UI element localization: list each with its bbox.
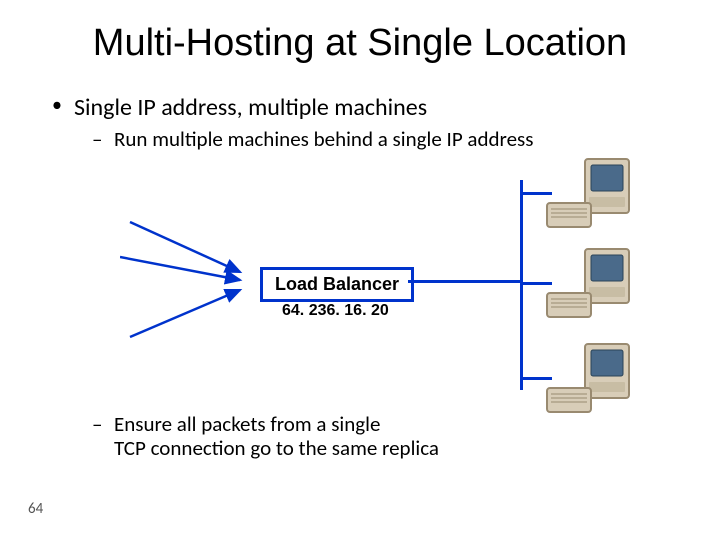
bullet-l2b-line1: Ensure all packets from a single [114, 411, 380, 437]
computer-icon [545, 157, 635, 237]
bus-line [520, 180, 523, 390]
diagram-area: Load Balancer 64. 236. 16. 20 [0, 152, 720, 412]
ip-address-label: 64. 236. 16. 20 [282, 302, 389, 320]
incoming-arrows [120, 212, 280, 352]
computer-icon [545, 342, 635, 422]
bullet-l2b-line2: TCP connection go to the same replica [114, 435, 439, 461]
bullet-level1: Single IP address, multiple machines [52, 93, 720, 122]
bullet-level2-a: Run multiple machines behind a single IP… [92, 126, 720, 152]
link-line [408, 280, 520, 283]
slide-title: Multi-Hosting at Single Location [0, 0, 720, 65]
load-balancer-box: Load Balancer [260, 267, 414, 302]
bullet-level2-b: Ensure all packets from a single TCP con… [92, 412, 720, 460]
computer-icon [545, 247, 635, 327]
slide-number: 64 [28, 500, 43, 518]
